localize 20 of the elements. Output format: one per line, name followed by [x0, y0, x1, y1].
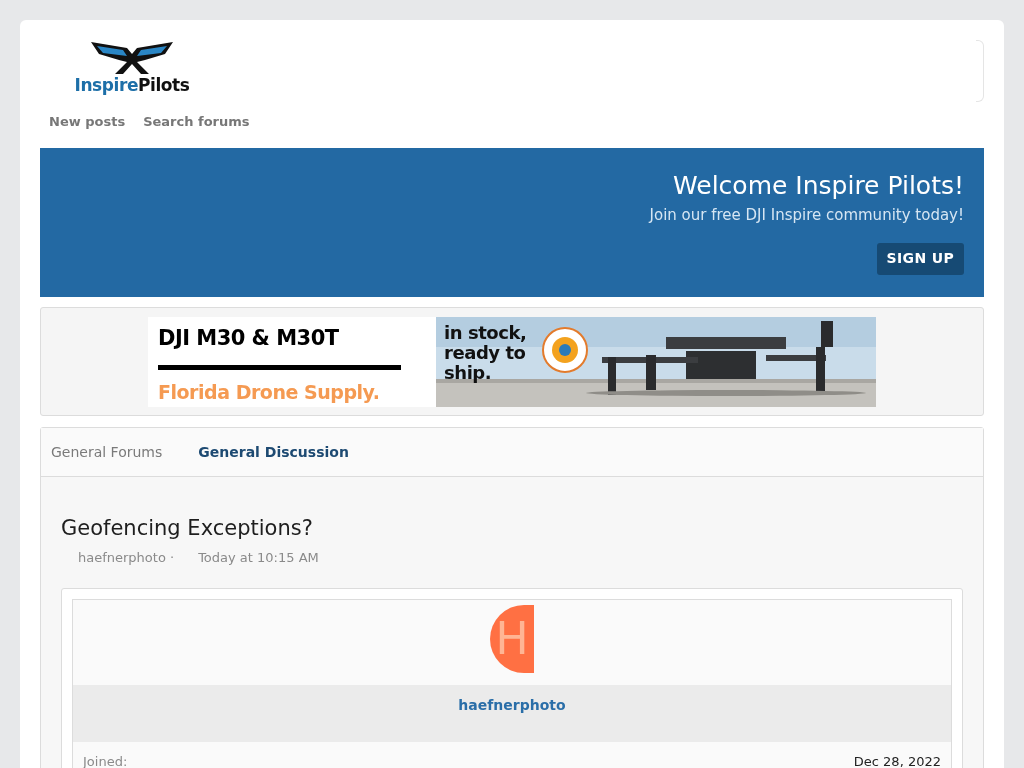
sign-up-button[interactable]: SIGN UP [876, 242, 964, 275]
thread-time: Today at 10:15 AM [198, 549, 319, 567]
ad-banner[interactable]: DJI M30 & M30T Florida Drone Supply. [148, 316, 436, 407]
header-panel [976, 40, 984, 102]
breadcrumb-link[interactable]: General Forums [51, 441, 163, 463]
ad-headline: DJI M30 & M30T [158, 324, 340, 351]
wings-logo-icon [89, 40, 175, 76]
logo-text[interactable]: InspirePilots [74, 77, 190, 94]
ad-brand: Florida Drone Supply. [158, 379, 381, 404]
welcome-subtitle: Join our free DJI Inspire community today! [649, 205, 964, 226]
ad-tagline: in stock, ready to ship. [444, 322, 527, 383]
nav-link[interactable]: Search forums [143, 112, 250, 132]
thread-author[interactable]: haefnerphoto · [78, 548, 175, 568]
thread-title: Geofencing Exceptions? [61, 515, 314, 541]
username-link[interactable]: haefnerphoto [458, 694, 566, 713]
nav-link[interactable]: New posts [49, 112, 126, 132]
stat-value: Dec 28, 2022 [853, 753, 941, 768]
welcome-title: Welcome Inspire Pilots! [673, 170, 964, 202]
breadcrumb-link[interactable]: General Discussion [198, 441, 349, 463]
stat-label: Joined: [83, 753, 128, 768]
